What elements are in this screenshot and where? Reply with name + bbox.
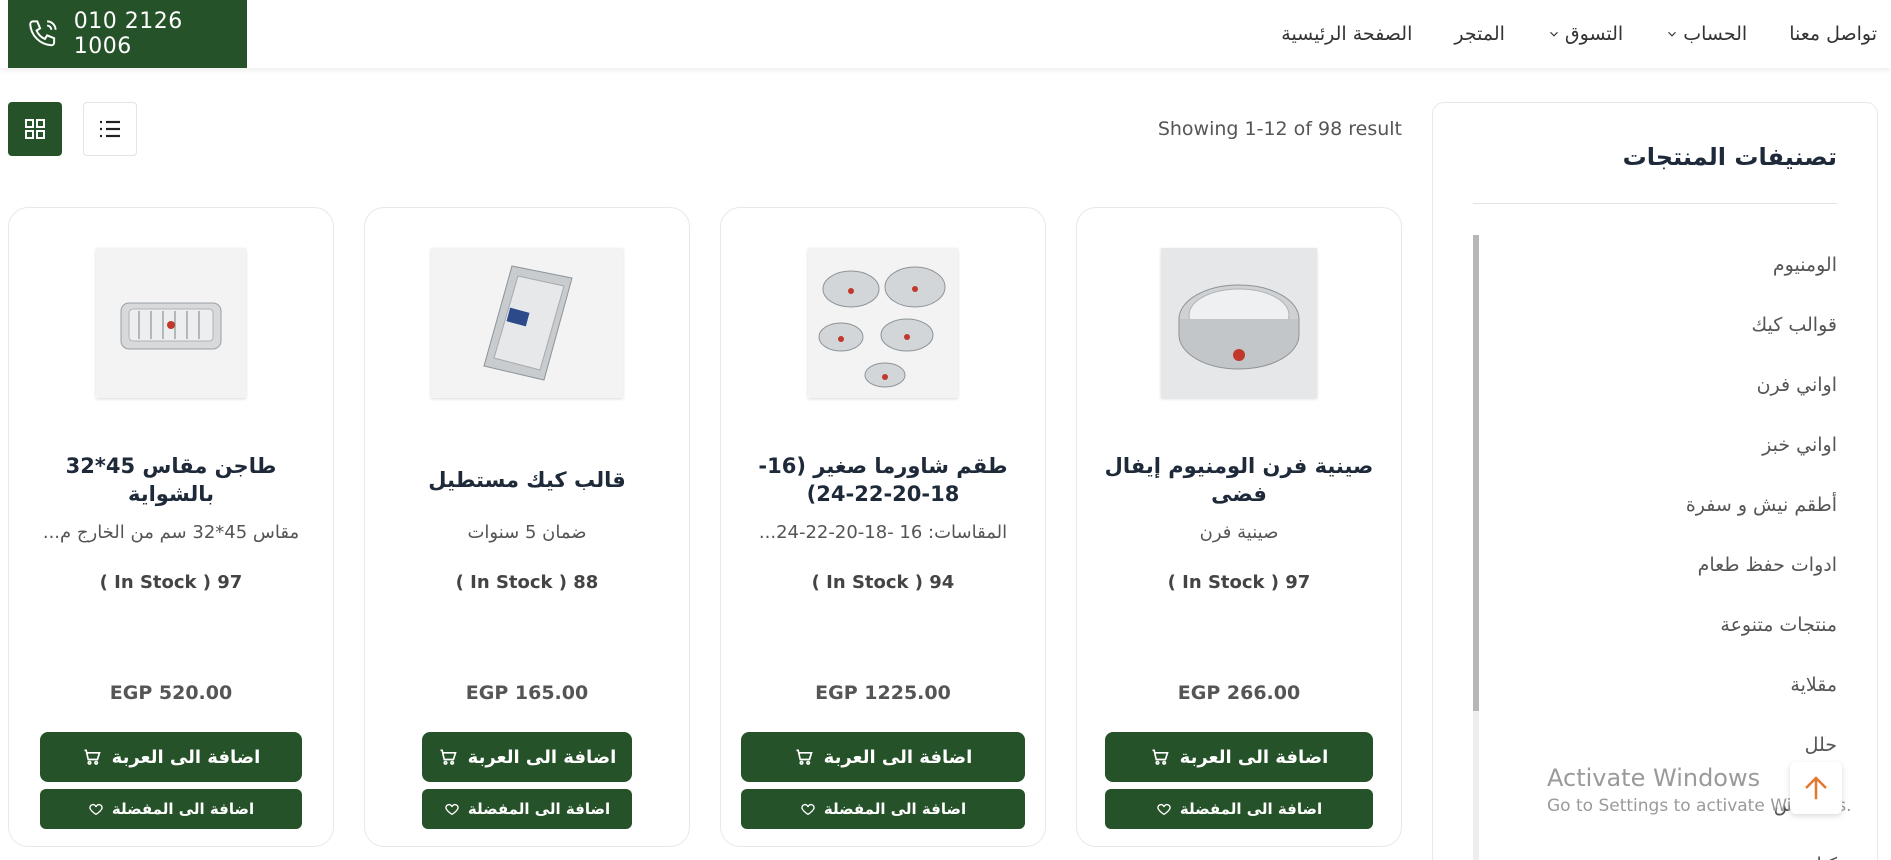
add-to-cart-button[interactable]: اضافة الى العربة — [422, 732, 632, 782]
cart-icon — [1152, 749, 1169, 765]
add-to-wishlist-label: اضافة الى المفضلة — [823, 800, 967, 818]
nav-home-label: الصفحة الرئيسية — [1281, 23, 1413, 45]
pot-set-image — [818, 266, 946, 388]
nav-shop-label: المتجر — [1454, 23, 1505, 45]
main-nav: الصفحة الرئيسية المتجر التسوق الحساب توا… — [1281, 0, 1877, 68]
grid-icon — [25, 119, 45, 139]
product-image[interactable] — [96, 248, 246, 398]
product-subtitle: ضمان 5 سنوات — [467, 522, 587, 543]
stock-status: ( In Stock ) 88 — [455, 572, 599, 593]
result-count: Showing 1-12 of 98 result — [1157, 118, 1402, 140]
phone-number: 010 2126 1006 — [73, 9, 183, 59]
add-to-cart-button[interactable]: اضافة الى العربة — [1105, 732, 1373, 782]
site-header: 010 2126 1006 الصفحة الرئيسية المتجر الت… — [0, 0, 1891, 68]
product-subtitle: المقاسات: 16 -18-20-22-24... — [758, 522, 1008, 543]
stock-status: ( In Stock ) 97 — [1167, 572, 1311, 593]
roasting-pan-image — [120, 302, 222, 350]
product-card[interactable]: قالب كيك مستطيل ضمان 5 سنوات ( In Stock … — [364, 207, 690, 847]
sidebar-title: تصنيفات المنتجات — [1622, 143, 1837, 171]
add-to-cart-button[interactable]: اضافة الى العربة — [40, 732, 302, 782]
product-card[interactable]: طاجن مقاس 45*32 بالشواية مقاس 45*32 سم م… — [8, 207, 334, 847]
chevron-down-icon — [1549, 31, 1558, 37]
product-title[interactable]: صينية فرن الومنيوم إيفال فضى — [1097, 450, 1381, 510]
add-to-wishlist-button[interactable]: اضافة الى المفضلة — [422, 789, 632, 829]
add-to-wishlist-button[interactable]: اضافة الى المفضلة — [741, 789, 1025, 829]
cart-icon — [796, 749, 813, 765]
product-title[interactable]: قالب كيك مستطيل — [385, 450, 669, 510]
heart-icon — [89, 803, 103, 816]
category-sidebar: تصنيفات المنتجات الومنيوم قوالب كيك اوان… — [1432, 102, 1878, 860]
add-to-cart-label: اضافة الى العربة — [823, 746, 973, 768]
add-to-wishlist-button[interactable]: اضافة الى المفضلة — [40, 789, 302, 829]
grid-view-button[interactable] — [8, 102, 62, 156]
add-to-cart-label: اضافة الى العربة — [1179, 746, 1329, 768]
add-to-cart-label: اضافة الى العربة — [467, 746, 617, 768]
divider — [1473, 203, 1837, 204]
heart-icon — [801, 803, 815, 816]
category-item[interactable]: منتجات متنوعة — [1497, 595, 1837, 655]
heart-icon — [445, 803, 459, 816]
product-card[interactable]: طقم شاورما صغير (16-18-20-22-24) المقاسا… — [720, 207, 1046, 847]
list-view-button[interactable] — [83, 102, 137, 156]
nav-contact[interactable]: تواصل معنا — [1789, 23, 1877, 45]
chevron-down-icon — [1668, 31, 1677, 37]
category-item[interactable]: أطقم نيش و سفرة — [1497, 475, 1837, 535]
nav-shop[interactable]: المتجر — [1454, 23, 1505, 45]
product-subtitle: صينية فرن — [1199, 522, 1279, 543]
product-price: EGP 1225.00 — [815, 682, 951, 704]
phone-icon — [29, 20, 57, 47]
stock-status: ( In Stock ) 94 — [811, 572, 955, 593]
product-image[interactable] — [1161, 248, 1317, 398]
product-price: EGP 165.00 — [465, 682, 589, 704]
cart-icon — [84, 749, 101, 765]
product-price: EGP 266.00 — [1177, 682, 1301, 704]
add-to-wishlist-button[interactable]: اضافة الى المفضلة — [1105, 789, 1373, 829]
category-item[interactable]: ادوات حفظ طعام — [1497, 535, 1837, 595]
product-title[interactable]: طقم شاورما صغير (16-18-20-22-24) — [741, 450, 1025, 510]
category-item[interactable]: قوالب كيك — [1497, 295, 1837, 355]
add-to-wishlist-label: اضافة الى المفضلة — [467, 800, 611, 818]
category-item[interactable]: اواني خبز — [1497, 415, 1837, 475]
category-item[interactable]: الومنيوم — [1497, 235, 1837, 295]
scrollbar-thumb[interactable] — [1473, 235, 1479, 711]
phone-contact[interactable]: 010 2126 1006 — [8, 0, 247, 68]
product-image[interactable] — [808, 248, 958, 398]
product-card[interactable]: صينية فرن الومنيوم إيفال فضى صينية فرن (… — [1076, 207, 1402, 847]
scroll-to-top-button[interactable] — [1790, 762, 1842, 814]
product-title[interactable]: طاجن مقاس 45*32 بالشواية — [29, 450, 313, 510]
list-icon — [100, 120, 120, 138]
add-to-wishlist-label: اضافة الى المفضلة — [111, 800, 255, 818]
nav-account-label: الحساب — [1683, 23, 1748, 45]
add-to-cart-button[interactable]: اضافة الى العربة — [741, 732, 1025, 782]
add-to-cart-label: اضافة الى العربة — [111, 746, 261, 768]
nav-contact-label: تواصل معنا — [1789, 23, 1877, 45]
cart-icon — [440, 749, 457, 765]
nav-account[interactable]: الحساب — [1665, 23, 1747, 45]
category-item[interactable]: كنك — [1497, 835, 1837, 860]
category-item[interactable]: مقلاية — [1497, 655, 1837, 715]
loaf-pan-image — [483, 265, 573, 381]
product-image[interactable] — [431, 248, 623, 398]
nav-shopping-label: التسوق — [1564, 23, 1624, 45]
nav-shopping[interactable]: التسوق — [1547, 23, 1623, 45]
nav-home[interactable]: الصفحة الرئيسية — [1281, 23, 1412, 45]
product-price: EGP 520.00 — [109, 682, 233, 704]
add-to-wishlist-label: اضافة الى المفضلة — [1179, 800, 1323, 818]
heart-icon — [1157, 803, 1171, 816]
arrow-up-icon — [1805, 776, 1827, 800]
baking-tray-image — [1178, 284, 1300, 370]
category-item[interactable]: اواني فرن — [1497, 355, 1837, 415]
product-subtitle: مقاس 45*32 سم من الخارج م... — [42, 522, 300, 543]
stock-status: ( In Stock ) 97 — [99, 572, 243, 593]
